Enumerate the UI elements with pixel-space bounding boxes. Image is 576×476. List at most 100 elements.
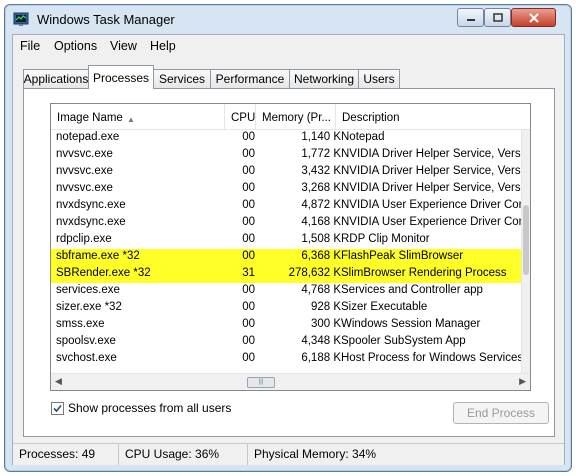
process-memory: 1,508 K [301,233,341,245]
scroll-left-icon[interactable]: ◀ [55,376,62,387]
table-row[interactable]: nvvsvc.exe 00 3,268 K NVIDIA Driver Helper … [51,181,523,198]
end-process-button[interactable]: End Process [453,402,549,424]
column-image-name[interactable]: Image Name ▲ [51,104,225,129]
horizontal-scroll-thumb[interactable]: ||| [247,377,275,388]
process-memory: 928 K [310,301,341,313]
process-description: NVIDIA User Experience Driver Compo... [341,216,523,228]
process-name: nvvsvc.exe [56,165,113,177]
table-row[interactable]: rdpclip.exe 00 1,508 K RDP Clip Monitor [51,232,523,249]
process-description: Spooler SubSystem App [341,335,466,347]
status-physical-memory: Physical Memory: 34% [254,447,377,461]
process-name: nvvsvc.exe [56,148,113,160]
title-bar[interactable]: Windows Task Manager [5,5,571,33]
process-description: NVIDIA Driver Helper Service, Version ..… [341,165,523,177]
process-memory: 3,432 K [301,165,341,177]
status-cpu-usage: CPU Usage: 36% [119,444,248,465]
column-cpu[interactable]: CPU [225,104,256,129]
scroll-right-icon[interactable]: ▶ [519,376,526,387]
process-memory: 300 K [310,318,341,330]
table-row[interactable]: nvxdsync.exe 00 4,872 K NVIDIA User Experie… [51,198,523,215]
process-memory: 4,872 K [301,199,341,211]
process-cpu: 00 [242,318,255,330]
client-area: File Options View Help Applications Proc… [12,34,565,465]
process-memory: 1,772 K [301,148,341,160]
process-description: Windows Session Manager [341,318,481,330]
process-memory: 4,168 K [301,216,341,228]
process-cpu: 00 [242,284,255,296]
process-memory: 278,632 K [288,267,341,279]
task-manager-window: Windows Task Manager File Options View H… [4,4,572,472]
process-cpu: 00 [242,335,255,347]
process-name: SBRender.exe *32 [56,267,151,279]
table-row[interactable]: nvxdsync.exe 00 4,168 K NVIDIA User Experie… [51,215,523,232]
process-memory: 6,188 K [301,352,341,364]
process-description: NVIDIA User Experience Driver Compo... [341,199,523,211]
process-name: sizer.exe *32 [56,301,122,313]
process-cpu: 00 [242,148,255,160]
column-description[interactable]: Description [336,104,530,129]
window-title: Windows Task Manager [37,12,175,27]
tab-performance[interactable]: Performance [210,69,290,88]
process-cpu: 00 [242,182,255,194]
process-name: sbframe.exe *32 [56,250,140,262]
process-description: FlashPeak SlimBrowser [341,250,464,262]
table-row[interactable]: spoolsv.exe 00 4,348 K Spooler SubSystem Ap… [51,334,523,351]
process-name: rdpclip.exe [56,233,112,245]
show-all-users-label: Show processes from all users [68,401,232,415]
process-description: Host Process for Windows Services [341,352,523,364]
vertical-scroll-thumb[interactable] [523,205,529,275]
list-header: Image Name ▲ CPU Memory (Pr... Descripti… [51,104,530,130]
process-description: Notepad [341,131,385,143]
task-manager-icon [13,12,29,26]
menu-help[interactable]: Help [150,39,176,53]
vertical-scrollbar[interactable] [521,130,530,376]
table-row[interactable]: services.exe 00 4,768 K Services and Contro… [51,283,523,300]
checkmark-icon [53,404,62,412]
status-bar: Processes: 49 CPU Usage: 36% Physical Me… [13,443,564,465]
table-row[interactable]: sizer.exe *32 00 928 K Sizer Executable [51,300,523,317]
maximize-button[interactable] [484,8,511,27]
process-cpu: 00 [242,216,255,228]
minimize-button[interactable] [457,8,484,27]
menu-options[interactable]: Options [54,39,97,53]
close-button[interactable] [511,8,556,27]
process-cpu: 00 [242,131,255,143]
table-row[interactable]: SBRender.exe *32 31 278,632 K SlimBrowser R… [51,266,523,283]
menu-view[interactable]: View [110,39,137,53]
menu-file[interactable]: File [20,39,40,53]
process-cpu: 00 [242,165,255,177]
tab-users[interactable]: Users [358,69,400,88]
tab-processes[interactable]: Processes [88,65,154,89]
process-name: notepad.exe [56,131,120,143]
tab-services[interactable]: Services [153,69,211,88]
horizontal-scrollbar[interactable]: ◀ ||| ▶ [51,373,530,390]
menu-bar: File Options View Help [13,35,564,57]
process-name: smss.exe [56,318,105,330]
process-name: nvxdsync.exe [56,216,126,228]
table-row[interactable]: nvvsvc.exe 00 1,772 K NVIDIA Driver Helper … [51,147,523,164]
column-memory[interactable]: Memory (Pr... [256,104,336,129]
table-row[interactable]: nvvsvc.exe 00 3,432 K NVIDIA Driver Helper … [51,164,523,181]
tab-networking[interactable]: Networking [289,69,359,88]
process-description: Sizer Executable [341,301,428,313]
table-row[interactable]: notepad.exe 00 1,140 K Notepad [51,130,523,147]
table-row[interactable]: sbframe.exe *32 00 6,368 K FlashPeak SlimBr… [51,249,523,266]
process-name: svchost.exe [56,352,117,364]
tab-applications[interactable]: Applications [23,69,89,88]
show-all-users-option[interactable]: Show processes from all users [51,400,231,416]
processes-panel: Image Name ▲ CPU Memory (Pr... Descripti… [23,88,555,437]
process-cpu: 00 [242,352,255,364]
process-cpu: 31 [242,267,255,279]
status-processes: Processes: 49 [13,444,119,465]
process-memory: 4,348 K [301,335,341,347]
show-all-users-checkbox[interactable] [51,401,64,415]
process-cpu: 00 [242,301,255,313]
process-name: services.exe [56,284,120,296]
process-description: Services and Controller app [341,284,483,296]
process-list[interactable]: Image Name ▲ CPU Memory (Pr... Descripti… [50,103,531,391]
process-name: nvvsvc.exe [56,182,113,194]
process-cpu: 00 [242,233,255,245]
process-memory: 3,268 K [301,182,341,194]
table-row[interactable]: svchost.exe 00 6,188 K Host Process for Win… [51,351,523,368]
table-row[interactable]: smss.exe 00 300 K Windows Session Manager [51,317,523,334]
